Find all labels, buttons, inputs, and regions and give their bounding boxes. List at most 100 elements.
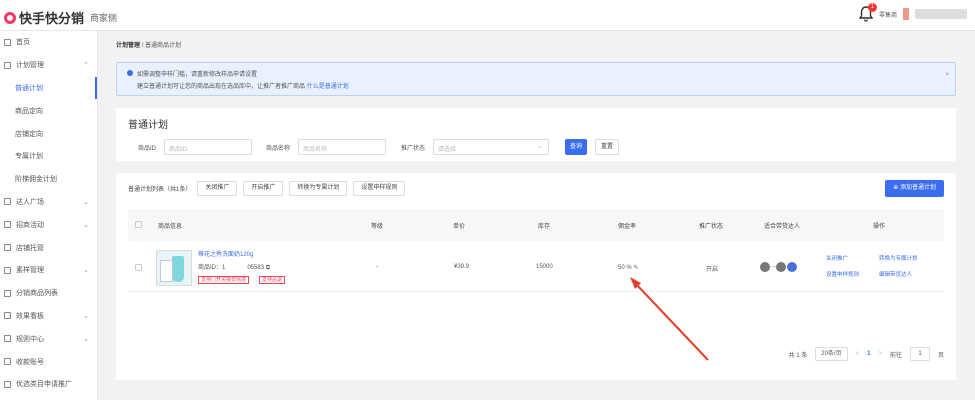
product-tag: 支持品退	[259, 276, 286, 284]
filter-card: 普通计划 商品ID 商品ID 商品名称 商品名称 推广状态 请选择 ⌄ 查询 重置	[116, 108, 956, 161]
rules-icon	[4, 335, 11, 343]
avatar[interactable]	[903, 8, 909, 20]
col-product-info: 商品信息	[158, 224, 183, 230]
convert-exclusive-button[interactable]: 转换为专属计划	[289, 181, 348, 196]
product-name-label: 商品名称	[266, 145, 291, 152]
sidebar-item-shop-targeted[interactable]: 店铺定向	[0, 122, 97, 145]
product-id: 商品ID：1 05583 ⧉	[198, 262, 270, 272]
sidebar-item-shop-hosting[interactable]: 店铺托管	[0, 236, 97, 259]
product-name-link[interactable]: 蒂花之秀洗面奶120g	[198, 249, 253, 258]
col-status: 推广状态	[699, 224, 724, 230]
copy-icon[interactable]: ⧉	[266, 265, 270, 271]
list-icon	[4, 289, 11, 297]
edit-icon[interactable]: ✎	[633, 265, 638, 271]
logo-sub: 商家侧	[90, 13, 118, 23]
edit-influencers-link[interactable]: 编辑带货达人	[879, 269, 912, 281]
sidebar-item-rules-center[interactable]: 规则中心 ⌄	[0, 327, 97, 350]
status-select[interactable]: 请选择 ⌄	[433, 139, 550, 155]
plus-circle-icon: ⊕	[893, 185, 900, 191]
sidebar-item-sample-management[interactable]: 素样管理 ⌄	[0, 259, 97, 282]
status-label: 推广状态	[401, 145, 426, 152]
breadcrumb-root[interactable]: 计划管理	[116, 43, 140, 49]
search-button[interactable]: 查询	[565, 139, 587, 155]
sidebar-item-normal-plan[interactable]: 普通计划	[0, 76, 97, 100]
col-commission: 佣金率	[618, 224, 637, 230]
page-title: 普通计划	[128, 120, 168, 131]
info-notice: 如需调整申样门槛，请重新修改样品申请设置 建立普通计划可让您的商品出现在选品库中…	[116, 62, 956, 96]
pagination: 共 1 条 20条/页 < 1 > 前往 1 页	[789, 347, 944, 361]
notification-bell-icon[interactable]: 1	[858, 3, 877, 22]
sidebar-item-exclusive-plan[interactable]: 专属计划	[0, 145, 97, 168]
sidebar-item-tiered-commission[interactable]: 阶梯佣金计划	[0, 168, 97, 191]
page-size-select[interactable]: 20条/页	[815, 347, 848, 361]
sidebar-item-product-targeted[interactable]: 商品定向	[0, 99, 97, 122]
reset-button[interactable]: 重置	[595, 139, 619, 155]
user-label[interactable]: 零售商	[879, 10, 897, 19]
notice-link[interactable]: 什么是普通计划	[307, 84, 349, 90]
prev-page-icon[interactable]: <	[856, 351, 860, 357]
breadcrumb-current: 普通商品计划	[145, 43, 182, 49]
info-icon	[127, 70, 133, 76]
col-stock: 库存	[538, 224, 551, 230]
chevron-down-icon: ⌄	[536, 144, 543, 150]
event-icon	[4, 221, 11, 229]
status-select-placeholder: 请选择	[438, 147, 457, 153]
user-icon	[4, 198, 11, 206]
commission-cell: 50 % ✎	[618, 264, 638, 271]
sidebar-item-category-apply[interactable]: 优选类目申请推广	[0, 373, 97, 396]
convert-exclusive-link[interactable]: 转换为专属计划	[879, 253, 918, 265]
sidebar: 首页 计划管理 ⌃ 普通计划 商品定向 店铺定向 专属计划 阶梯佣金计划 达人广场…	[0, 31, 98, 400]
avatar	[776, 262, 786, 272]
influencer-avatars[interactable]: —	[760, 262, 798, 272]
col-level: 等级	[371, 224, 384, 230]
close-icon[interactable]: ×	[945, 69, 949, 81]
col-influencers: 适合带货达人	[764, 224, 801, 230]
chevron-down-icon: ⌄	[83, 198, 89, 206]
page-number[interactable]: 1	[867, 351, 870, 357]
col-actions: 操作	[873, 224, 886, 230]
level-cell: -	[376, 264, 378, 270]
sidebar-item-dashboard[interactable]: 效果看板 ⌄	[0, 305, 97, 328]
page-unit: 页	[937, 352, 944, 359]
table-row: 蒂花之秀洗面奶120g 商品ID：1 05583 ⧉ 支持门开关接单情境 支持品退…	[128, 242, 944, 292]
chevron-down-icon: ⌄	[83, 312, 89, 320]
col-price: 单价	[453, 224, 466, 230]
product-thumbnail[interactable]	[156, 250, 192, 286]
breadcrumb: 计划管理 / 普通商品计划	[116, 40, 956, 58]
account-name-blurred[interactable]	[915, 9, 967, 19]
chevron-down-icon: ⌄	[83, 335, 89, 343]
logo[interactable]: 快手快分销 商家侧	[4, 8, 117, 27]
chevron-up-icon: ⌃	[83, 62, 89, 70]
notice-line-2: 建立普通计划可让您的商品出现在选品库中，让推广者推广商品	[137, 84, 306, 90]
chart-icon	[4, 312, 11, 320]
sidebar-item-influencer-square[interactable]: 达人广场 ⌄	[0, 191, 97, 214]
goto-page-input[interactable]: 1	[909, 347, 930, 361]
sample-rules-link[interactable]: 设置申样规则	[826, 269, 859, 281]
sidebar-item-distribution-list[interactable]: 分销商品列表	[0, 282, 97, 305]
sidebar-item-plan-management[interactable]: 计划管理 ⌃	[0, 54, 97, 77]
close-promotion-button[interactable]: 关闭推广	[197, 181, 238, 196]
goto-label: 前往	[889, 352, 902, 359]
close-promotion-link[interactable]: 关闭推广	[826, 253, 848, 265]
notice-line-1: 如需调整申样门槛，请重新修改样品申请设置	[137, 72, 258, 78]
sample-icon	[4, 266, 11, 274]
status-cell: 开启	[706, 267, 719, 273]
open-promotion-button[interactable]: 开启推广	[243, 181, 284, 196]
main-content: 计划管理 / 普通商品计划 如需调整申样门槛，请重新修改样品申请设置 建立普通计…	[116, 40, 956, 380]
select-all-checkbox[interactable]	[135, 221, 142, 230]
next-page-icon[interactable]: >	[878, 351, 882, 357]
avatar	[787, 262, 797, 272]
sidebar-item-home[interactable]: 首页	[0, 31, 97, 54]
sample-rules-button[interactable]: 设置申样规则	[353, 181, 406, 196]
sidebar-item-merchant-events[interactable]: 招商活动 ⌄	[0, 213, 97, 236]
add-plan-button[interactable]: ⊕ 添加普通计划	[885, 180, 944, 197]
row-checkbox[interactable]	[135, 264, 142, 271]
chevron-down-icon: ⌄	[83, 221, 89, 229]
top-bar: 快手快分销 商家侧 1 零售商	[0, 0, 975, 31]
plan-list-card: 普通计划列表（共1条） 关闭推广 开启推广 转换为专属计划 设置申样规则 ⊕ 添…	[116, 173, 956, 380]
product-name-input[interactable]: 商品名称	[298, 139, 387, 155]
sidebar-item-payment-account[interactable]: 收款账号	[0, 350, 97, 373]
product-id-label: 商品ID	[138, 145, 157, 152]
product-id-input[interactable]: 商品ID	[164, 139, 253, 155]
chevron-down-icon: ⌄	[83, 267, 89, 275]
